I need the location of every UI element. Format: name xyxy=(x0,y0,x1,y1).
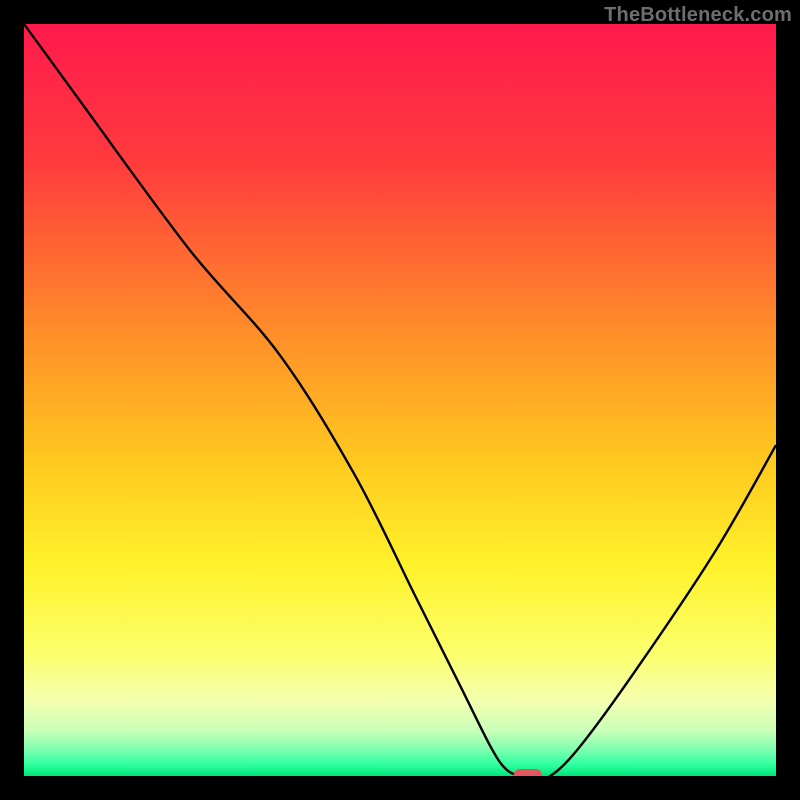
chart-frame: TheBottleneck.com xyxy=(0,0,800,800)
optimal-marker xyxy=(514,769,542,776)
bottleneck-chart xyxy=(24,24,776,776)
plot-area xyxy=(24,24,776,776)
gradient-background xyxy=(24,24,776,776)
